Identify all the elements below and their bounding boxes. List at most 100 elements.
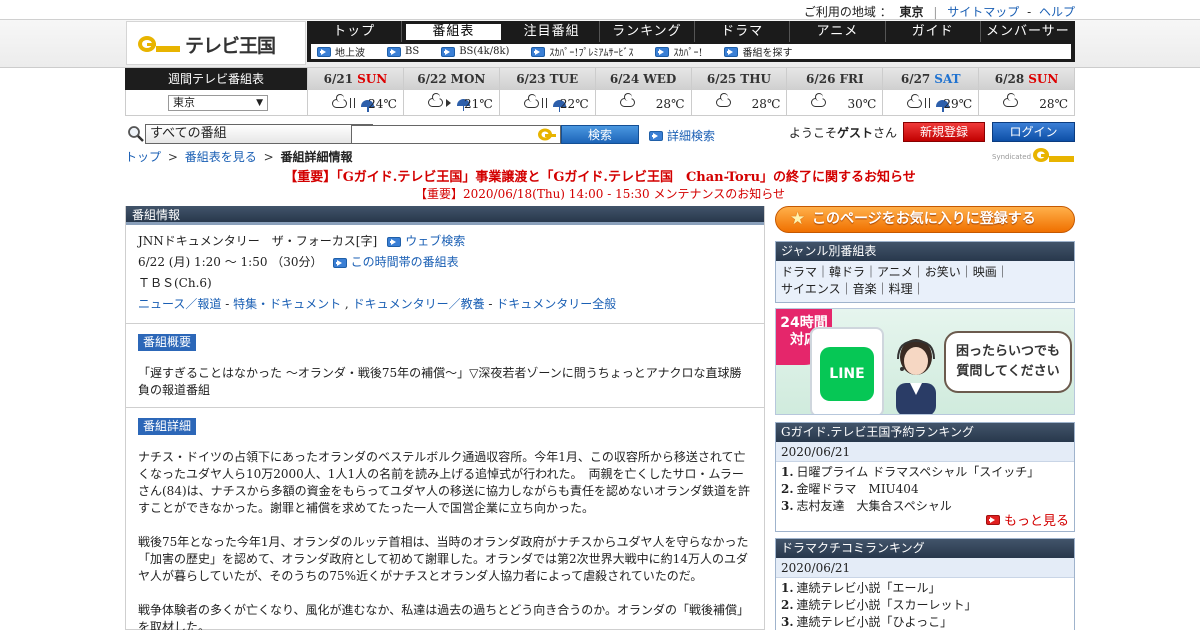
subnav-item[interactable]: ｽｶﾊﾟｰ!	[655, 44, 702, 59]
day-tab[interactable]: 6/23 TUE 22℃	[499, 68, 596, 116]
advanced-search-label[interactable]: 詳細検索	[667, 127, 715, 144]
ranking-item[interactable]: 1. 日曜プライム ドラマスペシャル「スイッチ」	[781, 464, 1069, 481]
day-tab[interactable]: 6/22 MON 21℃	[403, 68, 500, 116]
same-slot-link[interactable]: この時間帯の番組表	[332, 252, 459, 273]
breadcrumb-top[interactable]: トップ	[125, 150, 161, 164]
line-support-banner[interactable]: 24時間 対応 LINE 困ったらいつでも 質問してください	[775, 308, 1075, 415]
ranking-title-link[interactable]: 連続テレビ小説「ひよっこ」	[797, 615, 953, 629]
summary-badge: 番組概要	[138, 334, 197, 351]
arrow-icon	[387, 236, 402, 247]
nav-tab[interactable]: メンバーサービス	[981, 21, 1075, 60]
site-logo[interactable]: テレビ王国	[126, 21, 306, 65]
login-button[interactable]: ログイン	[992, 122, 1075, 142]
star-icon: ★	[790, 209, 806, 229]
web-search-label[interactable]: ウェブ検索	[405, 231, 465, 252]
day-tab[interactable]: 6/26 FRI 30℃	[787, 68, 884, 116]
subnav-item[interactable]: ｽｶﾊﾟｰ!ﾌﾟﾚﾐｱﾑｻｰﾋﾞｽ	[531, 44, 633, 59]
ranking-title-link[interactable]: 連続テレビ小説「スカーレット」	[797, 598, 977, 612]
genre-link[interactable]: ドキュメンタリー／教養	[353, 294, 485, 315]
day-temperature: 30℃	[847, 97, 877, 111]
region-select[interactable]: 東京	[168, 95, 268, 111]
search-input[interactable]	[351, 125, 561, 144]
g-guide-small-icon	[538, 128, 556, 141]
program-title: JNNドキュメンタリー ザ・フォーカス[字]	[138, 234, 378, 248]
genre-link[interactable]: ニュース／報道	[138, 294, 221, 315]
arrow-icon	[655, 46, 670, 57]
cloud-icon	[715, 93, 731, 107]
cloud-icon	[523, 93, 539, 108]
ranking-item[interactable]: 3. 連続テレビ小説「ひよっこ」	[781, 614, 1069, 630]
important-notice-maintenance[interactable]: 【重要】2020/06/18(Thu) 14:00 - 15:30 メンテナンス…	[0, 185, 1200, 202]
panel-title: 番組情報	[126, 206, 764, 225]
subnav-item[interactable]: BS	[387, 46, 419, 57]
ranking-number: 3.	[781, 499, 794, 513]
day-weekday: FRI	[839, 72, 864, 86]
nav-tab[interactable]: 番組表	[406, 24, 501, 40]
day-date: 6/27	[900, 72, 931, 86]
genre-link[interactable]: 特集・ドキュメント	[233, 294, 341, 315]
day-tab[interactable]: 6/21 SUN 24℃	[307, 68, 404, 116]
day-tab[interactable]: 6/27 SAT 29℃	[883, 68, 980, 116]
genre-links-row[interactable]: ドラマ｜韓ドラ｜アニメ｜お笑い｜映画｜	[781, 264, 1069, 281]
nav-tab[interactable]: ガイド	[886, 21, 981, 42]
day-tab[interactable]: 6/25 THU 28℃	[691, 68, 788, 116]
operator-illustration	[896, 339, 936, 414]
welcome-name: ゲスト	[837, 126, 874, 140]
sitemap-link[interactable]: サイトマップ	[947, 5, 1019, 19]
nav-tab[interactable]: トップ	[307, 21, 403, 42]
day-tabs: 6/21 SUN 24℃ 6/22 MON 21℃ 6/23 TUE 22℃ 6/24 WED 28℃…	[307, 68, 1075, 116]
nav-tab[interactable]: 注目番組	[505, 21, 600, 42]
subnav-item[interactable]: 地上波	[317, 44, 365, 59]
cloud-icon	[332, 93, 347, 108]
breadcrumb-sep: >	[263, 150, 274, 164]
divider: |	[933, 5, 938, 19]
subnav-item[interactable]: BS(4k/8k)	[441, 46, 509, 57]
day-tab[interactable]: 6/28 SUN 28℃	[979, 68, 1075, 116]
syndicated-label: Syndicated	[992, 153, 1032, 161]
day-tab[interactable]: 6/24 WED 28℃	[595, 68, 692, 116]
advanced-search-link[interactable]: 詳細検索	[649, 127, 715, 144]
subnav-label: 番組を探す	[742, 48, 793, 59]
ranking-item[interactable]: 2. 金曜ドラマ MIU404	[781, 481, 1069, 498]
weekly-region: 東京	[125, 90, 307, 116]
welcome-prefix: ようこそ	[789, 126, 838, 140]
arrow-icon	[441, 46, 456, 57]
category-select[interactable]: すべての番組	[145, 124, 373, 144]
breadcrumb-schedule[interactable]: 番組表を見る	[185, 150, 257, 164]
more-link[interactable]: もっと見る	[985, 510, 1069, 529]
ranking-date: 2020/06/21	[776, 558, 1074, 578]
ranking-title-link[interactable]: 日曜プライム ドラマスペシャル「スイッチ」	[797, 465, 1040, 479]
register-button[interactable]: 新規登録	[903, 122, 985, 142]
day-temperature: 24℃	[368, 97, 397, 111]
support-bubble: 困ったらいつでも 質問してください	[944, 331, 1072, 393]
cloud-icon	[1003, 93, 1019, 107]
day-date: 6/28	[994, 72, 1025, 86]
important-notice-transfer[interactable]: 【重要】「Gガイド.テレビ王国」事業譲渡と「Gガイド.テレビ王国 Chan-To…	[0, 166, 1200, 185]
search-button[interactable]: 検索	[561, 125, 639, 144]
day-date: 6/21	[323, 72, 354, 86]
ranking-title-link[interactable]: 金曜ドラマ MIU404	[797, 482, 919, 496]
ranking-title-link[interactable]: 連続テレビ小説「エール」	[797, 581, 941, 595]
web-search-link[interactable]: ウェブ検索	[387, 231, 465, 252]
program-info-panel: 番組情報 JNNドキュメンタリー ザ・フォーカス[字] ウェブ検索 6/22 (…	[125, 206, 765, 630]
genre-sep: -	[221, 297, 234, 311]
nav-tab[interactable]: アニメ	[790, 21, 886, 42]
genre-link[interactable]: ドキュメンタリー全般	[496, 294, 616, 315]
nav-tab[interactable]: ランキング	[600, 21, 695, 42]
welcome-text: ようこそゲストさん	[789, 124, 897, 141]
weekly-schedule-label[interactable]: 週間テレビ番組表	[125, 68, 307, 90]
help-link[interactable]: ヘルプ	[1039, 5, 1075, 19]
nav-tab[interactable]: ドラマ	[695, 21, 791, 42]
cloud-icon	[619, 93, 635, 107]
add-favorite-button[interactable]: ★ このページをお気に入りに登録する	[775, 206, 1075, 233]
genre-links-row[interactable]: サイエンス｜音楽｜料理｜	[781, 281, 1069, 298]
same-slot-label[interactable]: この時間帯の番組表	[351, 252, 459, 273]
ranking-item[interactable]: 1. 連続テレビ小説「エール」	[781, 580, 1069, 597]
ranking-title-link[interactable]: 志村友達 大集合スペシャル	[797, 499, 952, 513]
ranking-title: ドラマクチコミランキング	[776, 539, 1074, 558]
separator-icon	[541, 98, 547, 108]
global-nav: トップ番組表注目番組ランキングドラマアニメガイドメンバーサービス 地上波 BS BS…	[307, 21, 1075, 62]
subnav-item[interactable]: 番組を探す	[724, 44, 792, 59]
welcome-suffix: さん	[873, 126, 898, 140]
ranking-item[interactable]: 2. 連続テレビ小説「スカーレット」	[781, 597, 1069, 614]
